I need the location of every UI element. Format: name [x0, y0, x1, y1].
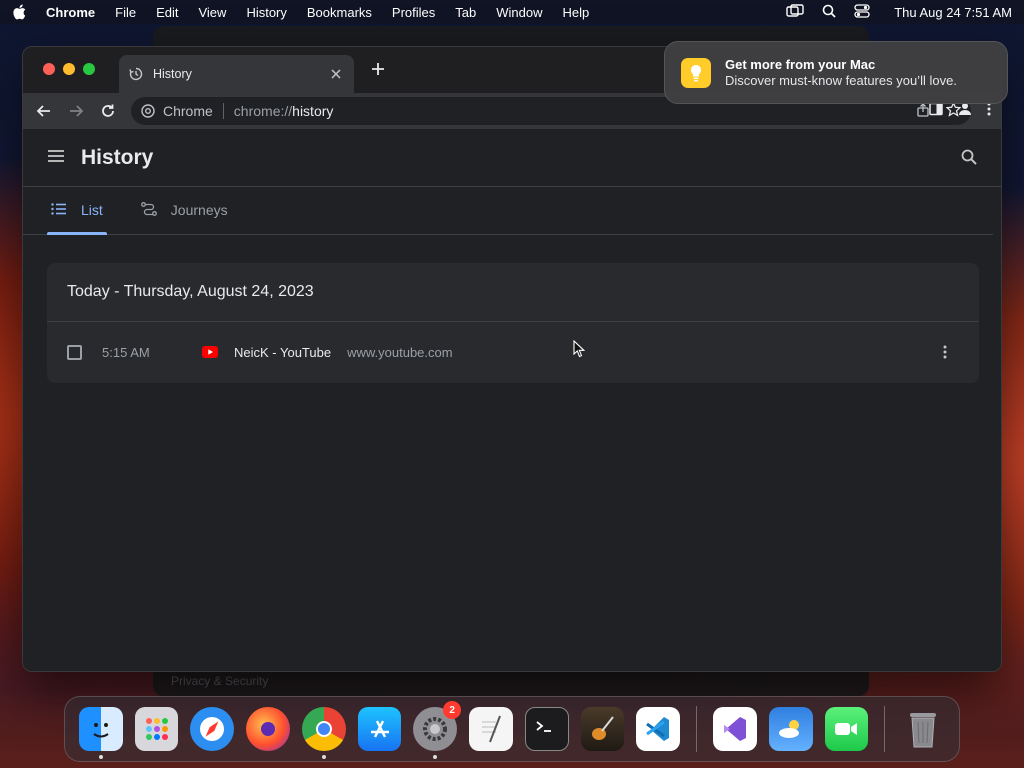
- dock-separator: [696, 706, 698, 752]
- reload-button[interactable]: [97, 100, 119, 122]
- dock-app-store-icon[interactable]: [357, 707, 402, 751]
- menu-view[interactable]: View: [198, 5, 226, 20]
- background-privacy-label: Privacy & Security: [171, 674, 269, 688]
- page-title: History: [81, 145, 154, 169]
- minimize-window-button[interactable]: [63, 63, 75, 75]
- entry-checkbox[interactable]: [67, 344, 82, 360]
- chrome-site-icon[interactable]: [141, 104, 155, 118]
- dock-weather-icon[interactable]: [768, 707, 813, 751]
- dock: 2: [64, 696, 960, 762]
- site-label: Chrome: [163, 103, 213, 119]
- omnibox-divider: [222, 103, 224, 119]
- dock-launchpad-icon[interactable]: [134, 707, 179, 751]
- journeys-icon: [140, 202, 157, 218]
- window-controls: [43, 63, 95, 75]
- close-window-button[interactable]: [43, 63, 55, 75]
- history-header: History: [23, 129, 1001, 187]
- side-panel-icon[interactable]: [929, 102, 943, 121]
- search-history-icon[interactable]: [961, 149, 979, 167]
- history-page: History List Journeys Today - Thursday, …: [23, 129, 1001, 671]
- screen-mirroring-icon[interactable]: [786, 3, 804, 21]
- profile-icon[interactable]: [957, 101, 973, 122]
- dock-firefox-icon[interactable]: [246, 707, 290, 751]
- tab-list-label: List: [81, 202, 103, 218]
- menu-edit[interactable]: Edit: [156, 5, 178, 20]
- system-settings-badge: 2: [443, 701, 462, 719]
- menu-bar: Chrome File Edit View History Bookmarks …: [0, 0, 1024, 24]
- tab-list[interactable]: List: [47, 186, 107, 235]
- chrome-window: History Chrome chrome:// history History…: [22, 46, 1002, 672]
- tab-journeys-label: Journeys: [170, 202, 228, 218]
- spotlight-search-icon[interactable]: [822, 4, 836, 21]
- tab-journeys[interactable]: Journeys: [137, 186, 232, 234]
- dock-finder-icon[interactable]: [79, 707, 123, 759]
- tab-title: History: [153, 67, 192, 81]
- close-tab-icon[interactable]: [328, 66, 344, 82]
- mouse-cursor-icon: [573, 339, 586, 358]
- entry-title-link[interactable]: NeicK - YouTube: [234, 345, 331, 360]
- menu-profiles[interactable]: Profiles: [392, 5, 435, 20]
- menu-window[interactable]: Window: [496, 5, 542, 20]
- dock-textedit-icon[interactable]: [469, 707, 513, 751]
- back-button[interactable]: [33, 100, 55, 122]
- menu-history[interactable]: History: [246, 5, 286, 20]
- new-tab-button[interactable]: [369, 61, 387, 79]
- url-path: history: [292, 103, 334, 119]
- zoom-window-button[interactable]: [83, 63, 95, 75]
- notification-body: Discover must-know features you’ll love.: [725, 73, 957, 88]
- dock-facetime-icon[interactable]: [824, 707, 869, 751]
- apple-menu-icon[interactable]: [12, 4, 26, 20]
- more-actions-icon[interactable]: [939, 344, 951, 360]
- dock-separator-trash: [884, 706, 886, 752]
- tips-lightbulb-icon: [681, 57, 711, 88]
- history-entry[interactable]: 5:15 AM NeicK - YouTube www.youtube.com: [47, 322, 979, 382]
- share-icon[interactable]: [916, 102, 930, 120]
- menu-tab[interactable]: Tab: [455, 5, 476, 20]
- history-clock-icon: [129, 67, 143, 81]
- notification-title: Get more from your Mac: [725, 57, 876, 72]
- menu-file[interactable]: File: [115, 5, 136, 20]
- history-tabs: List Journeys: [23, 187, 993, 235]
- forward-button[interactable]: [65, 100, 87, 122]
- history-day-card: Today - Thursday, August 24, 2023 5:15 A…: [47, 263, 979, 383]
- dock-system-settings-icon[interactable]: 2: [413, 701, 462, 759]
- tab-history[interactable]: History: [119, 55, 354, 93]
- hamburger-menu-icon[interactable]: [47, 149, 65, 167]
- menu-app-chrome[interactable]: Chrome: [46, 5, 95, 20]
- menu-help[interactable]: Help: [563, 5, 590, 20]
- dock-vscode-icon[interactable]: [636, 707, 681, 751]
- menubar-clock[interactable]: Thu Aug 24 7:51 AM: [894, 5, 1012, 20]
- notification-banner[interactable]: Get more from your Mac Discover must-kno…: [664, 41, 1008, 104]
- dock-trash-icon[interactable]: [901, 707, 945, 751]
- entry-domain: www.youtube.com: [347, 344, 453, 360]
- dock-garageband-icon[interactable]: [580, 707, 625, 751]
- url-scheme: chrome://: [233, 103, 293, 119]
- entry-time: 5:15 AM: [102, 344, 150, 360]
- dock-terminal-icon[interactable]: [524, 707, 569, 751]
- list-icon: [51, 202, 67, 218]
- dock-chrome-icon[interactable]: [301, 707, 346, 759]
- menu-bookmarks[interactable]: Bookmarks: [307, 5, 372, 20]
- youtube-favicon-icon: [202, 346, 218, 358]
- day-header: Today - Thursday, August 24, 2023: [47, 263, 979, 322]
- control-center-icon[interactable]: [854, 3, 870, 21]
- dock-visual-studio-icon[interactable]: [713, 707, 757, 751]
- chrome-menu-icon[interactable]: [987, 102, 991, 121]
- dock-safari-icon[interactable]: [190, 707, 235, 751]
